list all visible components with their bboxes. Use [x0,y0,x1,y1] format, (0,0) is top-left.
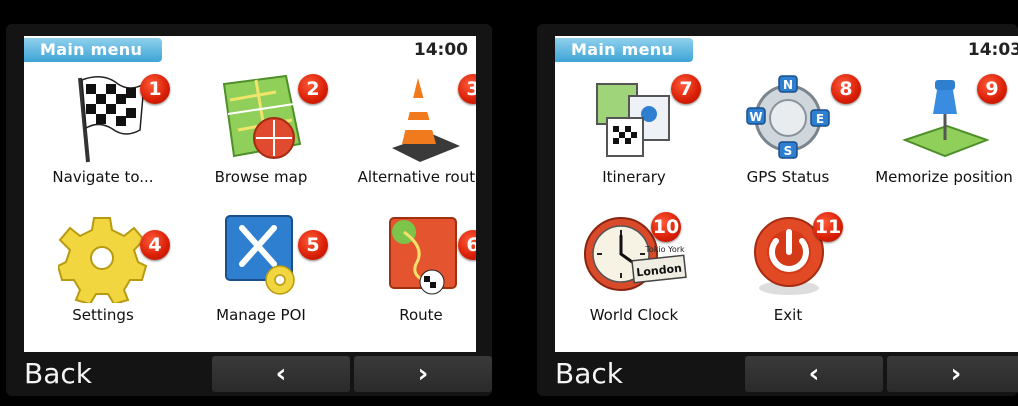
item-number-badge: 5 [298,230,328,260]
item-number-badge: 9 [977,74,1007,104]
svg-text:N: N [783,78,793,92]
item-number-badge: 2 [298,74,328,104]
screen-right: Main menu 14:03 7 Itinerary N W E S 8 GP… [537,24,1018,396]
menu-item-label: Settings [72,306,134,324]
main-menu-panel: Main menu 14:03 7 Itinerary N W E S 8 GP… [555,36,1018,352]
menu-item-label: Navigate to... [52,168,154,186]
svg-text:E: E [816,112,824,126]
menu-item-label: Manage POI [216,306,306,324]
compass-icon: N W E S [746,75,830,159]
main-menu-panel: Main menu 14:00 1 Navigate to... 2 Brows… [24,36,476,352]
menu-item-label: Route [399,306,443,324]
clock-time: 14:03 [967,40,1018,60]
next-page-button[interactable]: › [354,356,492,392]
clock-time: 14:00 [413,40,468,60]
poi-icon [225,215,295,295]
screen-left: Main menu 14:00 1 Navigate to... 2 Brows… [6,24,492,396]
item-number-badge: 1 [140,74,170,104]
item-number-badge: 8 [831,74,861,104]
menu-item-gps-status[interactable]: N W E S 8 GPS Status [713,70,863,200]
svg-text:W: W [749,110,762,124]
item-number-badge: 7 [671,74,701,104]
gear-icon [58,217,148,303]
prev-page-button[interactable]: ‹ [745,356,883,392]
bottom-bar: Back ‹ › [6,354,492,394]
menu-item-label: Alternative route [357,168,476,186]
menu-item-route[interactable]: 6 Route [346,208,476,338]
traffic-cone-icon [392,78,460,162]
map-icon [222,74,302,159]
svg-text:S: S [784,144,793,158]
menu-item-memorize-position[interactable]: 9 Memorize position [869,70,1018,200]
item-number-badge: 4 [140,230,170,260]
menu-item-world-clock[interactable]: London Tokio York 10 World Clock [559,208,709,338]
menu-title: Main menu [555,38,693,62]
item-number-badge: 11 [813,212,843,242]
menu-item-label: Itinerary [602,168,666,186]
next-page-button[interactable]: › [887,356,1018,392]
prev-page-button[interactable]: ‹ [212,356,350,392]
back-button[interactable]: Back [555,354,623,394]
menu-item-label: GPS Status [746,168,830,186]
menu-item-label: Exit [773,306,803,324]
menu-item-label: Memorize position [875,168,1013,186]
itinerary-icon [596,83,670,157]
menu-item-label: World Clock [589,306,679,324]
menu-item-itinerary[interactable]: 7 Itinerary [559,70,709,200]
route-icon [389,217,457,295]
bottom-bar: Back ‹ › [537,354,1018,394]
menu-item-label: Browse map [214,168,308,186]
clock-cities: Tokio York [644,245,685,254]
back-button[interactable]: Back [24,354,92,394]
menu-item-settings[interactable]: 4 Settings [28,208,178,338]
menu-item-browse-map[interactable]: 2 Browse map [186,70,336,200]
menu-item-manage-poi[interactable]: 5 Manage POI [186,208,336,338]
menu-item-exit[interactable]: 11 Exit [713,208,863,338]
menu-item-alternative-route[interactable]: 3 Alternative route [346,70,476,200]
pushpin-icon [902,80,989,158]
menu-item-navigate-to[interactable]: 1 Navigate to... [28,70,178,200]
item-number-badge: 10 [651,212,681,242]
menu-title: Main menu [24,38,162,62]
checkered-flag-icon [78,76,145,163]
